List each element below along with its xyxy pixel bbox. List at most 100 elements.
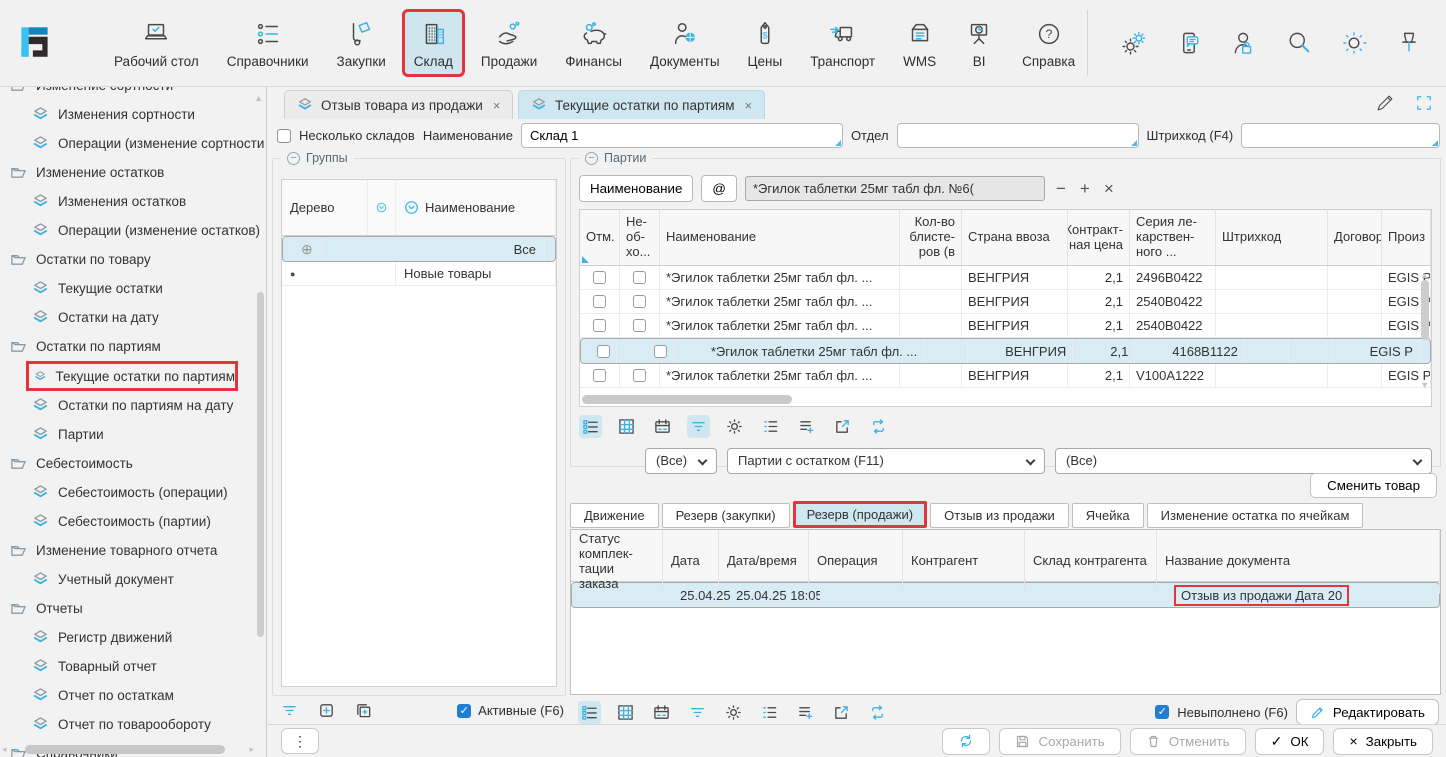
clear-filter-icon[interactable]: × xyxy=(1101,179,1117,199)
pin-icon[interactable] xyxy=(1395,29,1423,57)
copy-add-icon[interactable] xyxy=(352,699,375,722)
tree-item[interactable]: Операции (изменение сортности xyxy=(0,129,266,158)
tree-folder[interactable]: Изменение товарного отчета xyxy=(0,536,266,565)
row-checkbox[interactable] xyxy=(633,319,646,332)
row-checkbox[interactable] xyxy=(633,369,646,382)
search-icon[interactable] xyxy=(1285,29,1313,57)
menu-item-finance[interactable]: Финансы xyxy=(553,9,634,77)
party-row[interactable]: *Эгилок таблетки 25мг табл фл. ... ВЕНГР… xyxy=(580,314,1431,338)
menu-item-prices[interactable]: $ Цены xyxy=(736,9,795,77)
warehouse-name-input[interactable] xyxy=(521,123,843,148)
reserve-row[interactable]: 25.04.25 25.04.25 18:05:02 Отзыв из прод… xyxy=(571,582,1440,608)
cancel-button[interactable]: Отменить xyxy=(1130,728,1246,755)
tree-folder[interactable]: Себестоимость xyxy=(0,449,266,478)
active-checkbox[interactable]: ✓ xyxy=(457,704,471,718)
menu-item-purchases[interactable]: Закупки xyxy=(325,9,398,77)
close-tab-icon[interactable]: × xyxy=(493,98,501,113)
sidebar-vertical-scrollbar[interactable] xyxy=(257,292,264,637)
scroll-up-arrow[interactable]: ▲ xyxy=(254,93,263,103)
department-input[interactable] xyxy=(897,123,1139,148)
tree-item[interactable]: Отчет по товарообороту xyxy=(0,710,266,739)
row-checkbox[interactable] xyxy=(593,295,606,308)
document-name-highlight[interactable]: Отзыв из продажи Дата 20 xyxy=(1174,585,1349,606)
party-row-selected[interactable]: *Эгилок таблетки 25мг табл фл. ... ВЕНГР… xyxy=(580,338,1431,364)
save-button[interactable]: Сохранить xyxy=(999,728,1120,755)
collapse-icon[interactable]: − xyxy=(287,152,300,165)
numbered-list-icon[interactable] xyxy=(758,701,781,724)
column-header-name[interactable]: Наименование xyxy=(660,210,900,265)
menu-item-references[interactable]: Справочники xyxy=(215,9,321,77)
refresh-button[interactable] xyxy=(942,728,990,755)
search-mode-button[interactable]: @ xyxy=(701,175,737,202)
collapse-icon[interactable]: − xyxy=(585,152,598,165)
menu-item-wms[interactable]: WMS xyxy=(891,9,948,77)
tree-item[interactable]: Учетный документ xyxy=(0,565,266,594)
table-horizontal-scrollbar[interactable] xyxy=(582,395,792,404)
view-list-icon[interactable] xyxy=(579,415,602,438)
tab-cell[interactable]: Ячейка xyxy=(1072,503,1144,528)
row-checkbox[interactable] xyxy=(654,345,667,358)
column-header-price[interactable]: Контракт-ная цена xyxy=(1068,210,1130,265)
column-header-series[interactable]: Серия ле-карствен-ного ... xyxy=(1130,210,1216,265)
column-header-barcode[interactable]: Штрихкод xyxy=(1216,210,1328,265)
user-lock-icon[interactable] xyxy=(1230,29,1258,57)
menu-item-desktop[interactable]: Рабочий стол xyxy=(102,9,211,77)
party-row[interactable]: *Эгилок таблетки 25мг табл фл. ... ВЕНГР… xyxy=(580,364,1431,388)
party-row[interactable]: *Эгилок таблетки 25мг табл фл. ... ВЕНГР… xyxy=(580,290,1431,314)
close-tab-icon[interactable]: × xyxy=(745,98,753,113)
row-checkbox[interactable] xyxy=(593,369,606,382)
row-checkbox[interactable] xyxy=(633,271,646,284)
tree-item[interactable]: Текущие остатки xyxy=(0,274,266,303)
row-checkbox[interactable] xyxy=(633,295,646,308)
row-checkbox[interactable] xyxy=(597,345,610,358)
tree-item[interactable]: Остатки по партиям на дату xyxy=(0,391,266,420)
tree-folder[interactable]: Изменение сортности xyxy=(0,87,266,100)
extra-filter-select[interactable]: (Все) xyxy=(1055,448,1432,474)
expand-node-icon[interactable]: ⊕ xyxy=(293,237,322,261)
tab-recall-from-sales[interactable]: Отзыв из продажи xyxy=(930,503,1069,528)
view-list-icon[interactable] xyxy=(578,701,601,724)
table-vertical-scrollbar[interactable] xyxy=(1421,268,1429,392)
search-field-button[interactable]: Наименование xyxy=(579,175,693,202)
tree-item[interactable]: Операции (изменение остатков) xyxy=(0,216,266,245)
settings-gears-icon[interactable] xyxy=(1120,29,1148,57)
column-header-need[interactable]: Не-об-хо... xyxy=(620,210,660,265)
tree-item-current-batch-remainders[interactable]: Текущие остатки по партиям xyxy=(26,361,238,391)
scroll-right-arrow[interactable]: ▸ xyxy=(249,744,254,755)
more-actions-button[interactable]: ⋮ xyxy=(281,728,319,754)
menu-item-sales[interactable]: Продажи xyxy=(469,9,549,77)
menu-item-warehouse[interactable]: Склад xyxy=(402,9,465,77)
tab-reserve-purchases[interactable]: Резерв (закупки) xyxy=(662,503,790,528)
remainder-filter-select[interactable]: Партии с остатком (F11) xyxy=(727,448,1045,474)
group-row-all[interactable]: ⊕ Все xyxy=(282,236,556,262)
scroll-left-arrow[interactable]: ◂ xyxy=(2,744,7,755)
open-external-icon[interactable] xyxy=(830,701,853,724)
view-grid-icon[interactable] xyxy=(615,415,638,438)
tab-movement[interactable]: Движение xyxy=(570,503,659,528)
barcode-input[interactable] xyxy=(1241,123,1440,148)
open-external-icon[interactable] xyxy=(831,415,854,438)
tree-item[interactable]: Партии xyxy=(0,420,266,449)
fullscreen-icon[interactable] xyxy=(1414,93,1434,113)
tab-cell-remainder-change[interactable]: Изменение остатка по ячейкам xyxy=(1147,503,1364,528)
tab-product-recall[interactable]: Отзыв товара из продажи × xyxy=(284,90,513,119)
tab-current-batch-remainders[interactable]: Текущие остатки по партиям × xyxy=(518,90,765,119)
column-header-contract[interactable]: Договор xyxy=(1328,210,1382,265)
party-row[interactable]: *Эгилок таблетки 25мг табл фл. ... ВЕНГР… xyxy=(580,266,1431,290)
sidebar-horizontal-scrollbar[interactable]: ◂ ▸ xyxy=(2,744,254,755)
messages-icon[interactable] xyxy=(1175,29,1203,57)
column-header-country[interactable]: Страна ввоза xyxy=(962,210,1068,265)
tree-item[interactable]: Товарный отчет xyxy=(0,652,266,681)
add-filter-icon[interactable]: + xyxy=(1077,179,1093,199)
change-product-button[interactable]: Сменить товар xyxy=(1310,473,1437,498)
search-value-input[interactable]: *Эгилок таблетки 25мг табл фл. №6( xyxy=(745,176,1045,201)
tree-folder[interactable]: Остатки по товару xyxy=(0,245,266,274)
multi-warehouse-checkbox[interactable] xyxy=(277,129,291,143)
tree-folder[interactable]: Изменение остатков xyxy=(0,158,266,187)
edit-button[interactable]: Редактировать xyxy=(1296,699,1439,725)
remove-filter-icon[interactable]: − xyxy=(1053,179,1069,199)
column-header-name[interactable]: Наименование xyxy=(396,180,556,235)
tree-item[interactable]: Изменения сортности xyxy=(0,100,266,129)
view-grid-icon[interactable] xyxy=(614,701,637,724)
repeat-icon[interactable] xyxy=(867,415,890,438)
